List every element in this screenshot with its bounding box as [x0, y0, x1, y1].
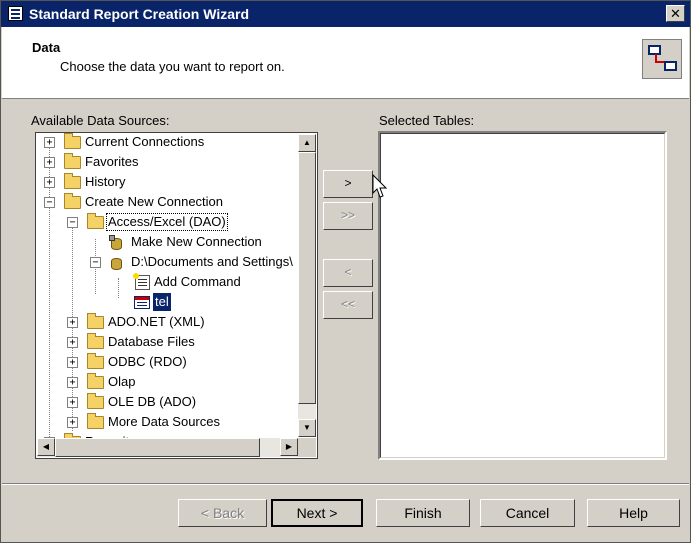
collapse-icon[interactable]: − — [44, 197, 55, 208]
tree-item-label: Access/Excel (DAO) — [106, 213, 228, 231]
tree-item-label: D:\Documents and Settings\ — [131, 254, 293, 269]
finish-button[interactable]: Finish — [376, 499, 470, 527]
expand-icon[interactable]: + — [67, 417, 78, 428]
scroll-left-icon[interactable]: ◀ — [37, 438, 55, 456]
expand-icon[interactable]: + — [67, 337, 78, 348]
data-source-tree[interactable]: + Current Connections + Favorites + Hist… — [35, 132, 318, 459]
tree-vertical-scrollbar[interactable]: ▲ ▼ — [298, 134, 316, 437]
footer-separator — [2, 483, 689, 485]
tree-item-current-connections[interactable]: + Current Connections — [36, 133, 316, 153]
back-button[interactable]: < Back — [178, 499, 267, 527]
tree-item-add-command[interactable]: Add Command — [36, 273, 316, 293]
mouse-cursor-icon — [372, 174, 388, 198]
tree-item-label: Make New Connection — [131, 234, 262, 249]
expand-icon[interactable]: + — [67, 377, 78, 388]
tree-item-database-files[interactable]: + Database Files — [36, 333, 316, 353]
wizard-window: Standard Report Creation Wizard ✕ Data C… — [0, 0, 691, 543]
folder-icon — [87, 213, 104, 229]
scroll-down-icon[interactable]: ▼ — [298, 419, 316, 437]
next-button[interactable]: Next > — [271, 499, 363, 527]
remove-table-button[interactable]: < — [323, 259, 373, 287]
folder-icon — [87, 413, 104, 429]
tree-item-tel[interactable]: tel — [36, 293, 316, 313]
tree-item-label: More Data Sources — [108, 414, 220, 429]
tree-item-documents-path[interactable]: − D:\Documents and Settings\ — [36, 253, 317, 273]
tree-item-label: tel — [153, 293, 171, 311]
folder-icon — [87, 393, 104, 409]
tree-item-favorites[interactable]: + Favorites — [36, 153, 316, 173]
expand-icon[interactable]: + — [44, 157, 55, 168]
tree-item-label: Create New Connection — [85, 194, 224, 209]
add-table-button[interactable]: > — [323, 170, 373, 198]
data-link-icon — [642, 39, 682, 79]
scrollbar-corner — [298, 438, 316, 457]
folder-icon — [87, 373, 104, 389]
tree-item-label: Database Files — [108, 334, 195, 349]
vertical-scroll-thumb[interactable] — [298, 152, 316, 404]
page-title: Data — [32, 40, 61, 55]
expand-icon[interactable]: + — [67, 357, 78, 368]
window-title: Standard Report Creation Wizard — [29, 6, 250, 22]
tree-item-history[interactable]: + History — [36, 173, 316, 193]
selected-tables-list[interactable] — [378, 131, 667, 460]
wizard-header: Data Choose the data you want to report … — [2, 27, 689, 99]
tree-item-access-excel[interactable]: − Access/Excel (DAO) — [36, 213, 316, 233]
tree-item-ado-net[interactable]: + ADO.NET (XML) — [36, 313, 316, 333]
close-button[interactable]: ✕ — [666, 5, 685, 22]
database-plug-icon — [109, 235, 125, 251]
expand-icon[interactable]: + — [67, 397, 78, 408]
folder-icon — [87, 313, 104, 329]
tree-item-more-data-sources[interactable]: + More Data Sources — [36, 413, 316, 433]
page-subtitle: Choose the data you want to report on. — [60, 59, 285, 74]
folder-icon — [64, 133, 81, 149]
tree-item-label: OLE DB (ADO) — [108, 394, 197, 409]
tree-item-ole-db[interactable]: + OLE DB (ADO) — [36, 393, 316, 413]
expand-icon[interactable]: + — [44, 137, 55, 148]
folder-icon — [87, 333, 104, 349]
tree-item-label: Favorites — [85, 154, 139, 169]
tree-item-make-new-connection[interactable]: Make New Connection — [36, 233, 316, 253]
table-icon — [134, 296, 150, 309]
folder-icon — [87, 353, 104, 369]
cancel-button[interactable]: Cancel — [480, 499, 575, 527]
tree-item-olap[interactable]: + Olap — [36, 373, 316, 393]
collapse-icon[interactable]: − — [67, 217, 78, 228]
collapse-icon[interactable]: − — [90, 257, 101, 268]
available-sources-label: Available Data Sources: — [31, 113, 170, 128]
folder-icon — [64, 193, 81, 209]
title-bar: Standard Report Creation Wizard ✕ — [1, 1, 690, 27]
tree-item-label: Olap — [108, 374, 136, 389]
tree-item-label: History — [85, 174, 126, 189]
selected-tables-label: Selected Tables: — [379, 113, 475, 128]
expand-icon[interactable]: + — [44, 177, 55, 188]
add-all-button[interactable]: >> — [323, 202, 373, 230]
tree-item-label: Add Command — [154, 274, 241, 289]
scroll-right-icon[interactable]: ▶ — [280, 438, 298, 456]
help-button[interactable]: Help — [587, 499, 680, 527]
folder-icon — [64, 153, 81, 169]
scroll-up-icon[interactable]: ▲ — [298, 134, 316, 152]
expand-icon[interactable]: + — [67, 317, 78, 328]
tree-item-odbc[interactable]: + ODBC (RDO) — [36, 353, 316, 373]
horizontal-scroll-thumb[interactable] — [55, 438, 260, 457]
tree-item-label: ODBC (RDO) — [108, 354, 187, 369]
database-icon — [109, 255, 125, 271]
tree-item-label: Current Connections — [85, 134, 205, 149]
tree-item-create-new-connection[interactable]: − Create New Connection — [36, 193, 316, 213]
folder-icon — [64, 173, 81, 189]
remove-all-button[interactable]: << — [323, 291, 373, 319]
tree-horizontal-scrollbar[interactable]: ◀ ▶ — [37, 438, 298, 457]
tree-item-label: ADO.NET (XML) — [108, 314, 205, 329]
app-icon — [8, 6, 23, 21]
add-command-icon — [133, 273, 150, 290]
